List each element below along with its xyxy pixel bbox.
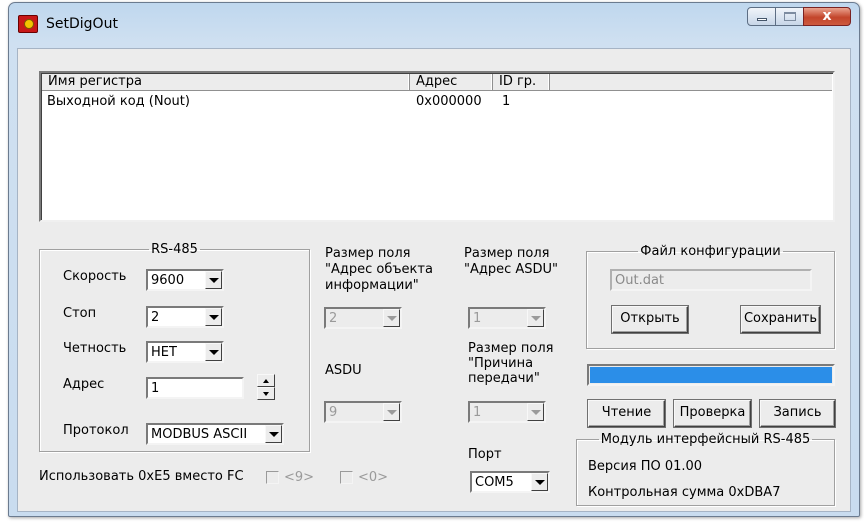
- asdu-dropdown-button[interactable]: [383, 403, 400, 421]
- save-button[interactable]: Сохранить: [741, 306, 820, 333]
- ioa-size-label-1: Размер поля: [325, 246, 411, 261]
- config-file-group: Файл конфигурации: [586, 244, 835, 349]
- cell-address: 0x000000: [416, 94, 482, 109]
- parity-value: НЕТ: [151, 345, 177, 360]
- write-button[interactable]: Запись: [760, 400, 835, 427]
- minimize-icon: [757, 18, 767, 21]
- asdu-select[interactable]: 9: [324, 401, 402, 423]
- asdu-size-select[interactable]: 1: [468, 307, 546, 329]
- maximize-button[interactable]: [775, 7, 804, 26]
- column-header-id[interactable]: ID гр.: [493, 74, 550, 90]
- use-e5-label: Использовать 0xE5 вместо FC: [39, 469, 244, 484]
- chevron-down-icon: [387, 410, 397, 415]
- cot-size-label-2: "Причина: [468, 356, 534, 371]
- close-button[interactable]: x: [803, 7, 851, 26]
- ioa-size-value: 2: [329, 311, 338, 326]
- firmware-version: Версия ПО 01.00: [588, 459, 703, 474]
- arrow-down-icon: [263, 392, 269, 396]
- asdu-label: ASDU: [325, 363, 362, 378]
- protocol-label: Протокол: [63, 423, 129, 438]
- module-info-legend: Модуль интерфейсный RS-485: [600, 432, 811, 447]
- cell-name: Выходной код (Nout): [47, 94, 190, 109]
- window-controls: x: [747, 7, 851, 26]
- ioa-size-label-3: информации": [325, 278, 419, 293]
- checksum-text: Контрольная сумма 0xDBA7: [588, 485, 781, 500]
- ioa-size-label-2: "Адрес объекта: [325, 262, 433, 277]
- config-file-legend: Файл конфигурации: [640, 244, 781, 259]
- protocol-dropdown-button[interactable]: [265, 425, 282, 443]
- option-0-label: <0>: [358, 470, 389, 485]
- stop-dropdown-button[interactable]: [205, 308, 222, 326]
- cot-size-value: 1: [473, 405, 482, 420]
- protocol-value: MODBUS ASCII: [151, 427, 248, 442]
- parity-select[interactable]: НЕТ: [146, 341, 224, 363]
- asdu-value: 9: [329, 405, 338, 420]
- app-icon[interactable]: [18, 15, 38, 33]
- cell-id: 1: [502, 94, 511, 109]
- chevron-down-icon: [531, 410, 541, 415]
- client-area: Имя регистра Адрес ID гр. Выходной код (…: [17, 48, 851, 512]
- option-9-checkbox[interactable]: [266, 471, 279, 484]
- spin-up-button[interactable]: [257, 374, 275, 387]
- minimize-button[interactable]: [747, 7, 776, 26]
- spin-down-button[interactable]: [257, 387, 275, 400]
- cot-size-dropdown-button[interactable]: [527, 403, 544, 421]
- read-button[interactable]: Чтение: [588, 400, 665, 427]
- stop-value: 2: [151, 310, 160, 325]
- speed-select[interactable]: 9600: [146, 269, 224, 291]
- parity-dropdown-button[interactable]: [205, 343, 222, 361]
- protocol-select[interactable]: MODBUS ASCII: [146, 423, 284, 445]
- chevron-down-icon: [269, 432, 279, 437]
- option-0-checkbox[interactable]: [340, 471, 353, 484]
- cot-size-select[interactable]: 1: [468, 401, 546, 423]
- asdu-size-label-2: "Адрес ASDU": [464, 262, 559, 277]
- stop-label: Стоп: [63, 306, 97, 321]
- register-list[interactable]: Имя регистра Адрес ID гр. Выходной код (…: [39, 71, 835, 222]
- title-bar[interactable]: SetDigOut x: [9, 3, 859, 47]
- parity-label: Четность: [63, 341, 127, 356]
- maximize-icon: [784, 12, 796, 21]
- ioa-size-dropdown-button[interactable]: [383, 309, 400, 327]
- config-file-input[interactable]: Out.dat: [610, 269, 812, 291]
- stop-select[interactable]: 2: [146, 306, 224, 328]
- list-header: Имя регистра Адрес ID гр.: [42, 74, 832, 91]
- progress-bar: [587, 364, 835, 386]
- address-spinner[interactable]: [257, 374, 275, 400]
- app-window: SetDigOut x Имя регистра Адрес ID гр. Вы…: [8, 2, 860, 517]
- asdu-size-value: 1: [473, 311, 482, 326]
- chevron-down-icon: [209, 350, 219, 355]
- cot-size-label-3: передачи": [468, 371, 540, 386]
- open-button[interactable]: Открыть: [612, 306, 688, 333]
- chevron-down-icon: [209, 315, 219, 320]
- chevron-down-icon: [531, 316, 541, 321]
- column-header-address[interactable]: Адрес: [410, 74, 493, 90]
- rs485-legend: RS-485: [151, 242, 198, 257]
- chevron-down-icon: [209, 278, 219, 283]
- asdu-size-label-1: Размер поля: [464, 246, 550, 261]
- asdu-size-dropdown-button[interactable]: [527, 309, 544, 327]
- address-label: Адрес: [63, 377, 105, 392]
- port-dropdown-button[interactable]: [531, 473, 548, 491]
- option-9-label: <9>: [284, 470, 315, 485]
- speed-value: 9600: [151, 273, 185, 288]
- cot-size-label-1: Размер поля: [468, 341, 554, 356]
- window-title: SetDigOut: [46, 16, 118, 32]
- column-header-name[interactable]: Имя регистра: [42, 74, 410, 90]
- chevron-down-icon: [535, 480, 545, 485]
- ioa-size-select[interactable]: 2: [324, 307, 402, 329]
- port-label: Порт: [468, 447, 502, 462]
- speed-label: Скорость: [63, 269, 127, 284]
- port-value: COM5: [475, 475, 514, 490]
- chevron-down-icon: [387, 316, 397, 321]
- speed-dropdown-button[interactable]: [205, 271, 222, 289]
- arrow-up-icon: [263, 379, 269, 383]
- progress-fill: [590, 367, 832, 383]
- verify-button[interactable]: Проверка: [674, 400, 751, 427]
- port-select[interactable]: COM5: [470, 471, 550, 493]
- address-input[interactable]: 1: [146, 377, 244, 399]
